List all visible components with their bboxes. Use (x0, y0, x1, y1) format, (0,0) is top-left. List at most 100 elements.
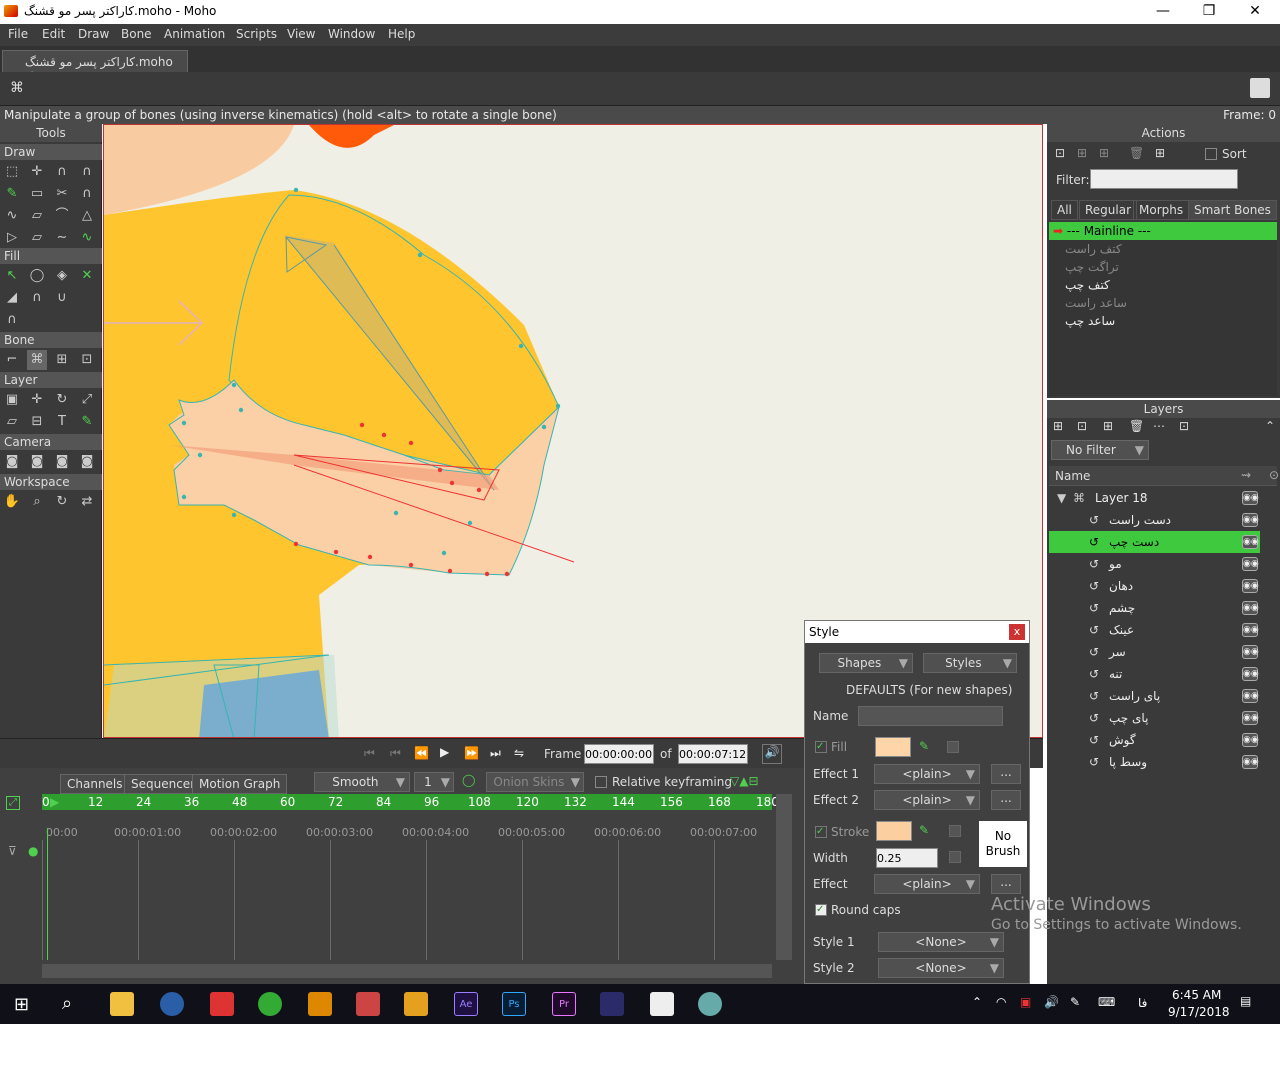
first-frame-icon[interactable]: ⏮ (390, 746, 401, 761)
stroke-color-swatch[interactable] (876, 821, 912, 841)
tab-channels[interactable]: Channels (60, 774, 130, 794)
width-option-box[interactable] (949, 851, 961, 863)
clock-date[interactable]: 9/17/2018 (1168, 1005, 1230, 1019)
layer-settings-icon[interactable]: ⊡ (1179, 419, 1189, 433)
visibility-eye-icon[interactable]: ◉◉ (1242, 755, 1259, 769)
tab-all[interactable]: All (1051, 200, 1078, 220)
action-item[interactable]: کتف چپ (1065, 278, 1110, 292)
paint-bucket-icon[interactable]: ◈ (52, 266, 72, 286)
effect2-dropdown[interactable]: <plain> ▼ (874, 790, 980, 810)
shape-icon[interactable]: ▭ (27, 184, 47, 204)
layer-row[interactable]: ↺ مو ◉◉ (1049, 553, 1260, 575)
stroke-eyedropper-icon[interactable]: ✎ (919, 823, 929, 837)
flash-app-icon[interactable] (356, 992, 380, 1016)
clapper-icon[interactable] (650, 992, 674, 1016)
tab-smart-bones[interactable]: Smart Bones (1188, 200, 1277, 220)
visibility-eye-icon[interactable]: ◉◉ (1242, 667, 1259, 681)
playhead[interactable] (47, 828, 48, 960)
new-smart-bone-icon[interactable]: ⊞ (1155, 146, 1165, 160)
insert-action-icon[interactable]: ⊞ (1099, 146, 1109, 160)
curvature-icon[interactable]: ∩ (2, 310, 22, 330)
eyedropper-icon[interactable]: ✎ (77, 412, 97, 432)
media-app-icon[interactable] (308, 992, 332, 1016)
action-item[interactable]: کتف راست (1065, 242, 1122, 256)
stroke-effect-dropdown[interactable]: <plain> ▼ (874, 874, 980, 894)
media-encoder-icon[interactable] (600, 992, 624, 1016)
menu-bone[interactable]: Bone (121, 27, 152, 41)
timeline-vscroll[interactable] (776, 794, 792, 960)
file-explorer-icon[interactable] (110, 992, 134, 1016)
total-frames-input[interactable] (678, 744, 748, 764)
premiere-icon[interactable]: Pr (552, 992, 576, 1016)
delete-layer-icon[interactable]: 🗑 (1129, 419, 1144, 433)
stroke-effect-more-button[interactable]: ... (991, 874, 1021, 894)
paint-icon[interactable] (698, 992, 722, 1016)
style2-dropdown[interactable]: <None> ▼ (878, 958, 1004, 978)
menu-help[interactable]: Help (388, 27, 415, 41)
action-item[interactable]: ساعد راست (1065, 296, 1127, 310)
style1-dropdown[interactable]: <None> ▼ (878, 932, 1004, 952)
tab-sequencer[interactable]: Sequencer (124, 774, 203, 794)
scatter-icon[interactable]: △ (77, 206, 97, 226)
bone-manipulate-icon[interactable]: ⌘ (10, 80, 24, 96)
arc-icon[interactable]: ∩ (77, 162, 97, 182)
book-icon[interactable] (1250, 78, 1270, 98)
create-shape-icon[interactable]: ◯ (27, 266, 47, 286)
loop-icon[interactable]: ⇋ (514, 746, 524, 760)
delete-edge-icon[interactable]: ✂ (52, 184, 72, 204)
layer-row[interactable]: ↺ چشم ◉◉ (1049, 597, 1260, 619)
effect2-more-button[interactable]: ... (991, 790, 1021, 810)
line-width-icon[interactable]: ◢ (2, 288, 22, 308)
layer-row[interactable]: ↺ پای چپ ◉◉ (1049, 707, 1260, 729)
minimize-button[interactable]: — (1148, 2, 1178, 22)
chrome-icon[interactable] (258, 992, 282, 1016)
camera-pan-icon[interactable]: ◙ (77, 452, 97, 472)
onion-skins-dropdown[interactable]: Onion Skins ▼ (486, 772, 584, 792)
shear-layer-icon[interactable]: ▱ (2, 412, 22, 432)
manipulate-bones-icon[interactable]: ⌘ (27, 350, 47, 370)
rotate-layer-icon[interactable]: ↻ (52, 390, 72, 410)
menu-draw[interactable]: Draw (78, 27, 109, 41)
action-item[interactable]: ساعد چپ (1065, 314, 1115, 328)
visibility-eye-icon[interactable]: ◉◉ (1242, 579, 1259, 593)
layer-row[interactable]: ↺ عینک ◉◉ (1049, 619, 1260, 641)
layer-row[interactable]: ↺ تنه ◉◉ (1049, 663, 1260, 685)
clock-time[interactable]: 6:45 AM (1172, 988, 1221, 1002)
visibility-eye-icon[interactable]: ◉◉ (1242, 535, 1259, 549)
camera-zoom-icon[interactable]: ◙ (27, 452, 47, 472)
visibility-eye-icon[interactable]: ◉◉ (1242, 689, 1259, 703)
translate-layer-icon[interactable]: ✛ (27, 390, 47, 410)
prev-frame-icon[interactable]: ⏪ (414, 746, 429, 760)
visibility-eye-icon[interactable]: ◉◉ (1242, 711, 1259, 725)
close-button[interactable]: ✕ (1240, 2, 1270, 22)
start-icon[interactable]: ⊞ (14, 994, 29, 1015)
menu-edit[interactable]: Edit (42, 27, 65, 41)
select-bone-icon[interactable]: ⌐ (2, 350, 22, 370)
style-close-button[interactable]: x (1009, 624, 1025, 640)
add-bone-icon[interactable]: ⊞ (52, 350, 72, 370)
layer-row[interactable]: ↺ دهان ◉◉ (1049, 575, 1260, 597)
fill-option-box[interactable] (947, 741, 959, 753)
width-input[interactable] (876, 848, 938, 868)
new-action-icon[interactable]: ⊡ (1055, 146, 1065, 160)
bone-channel-icon[interactable]: ⤢ (6, 796, 20, 810)
translate-points-icon[interactable]: ✛ (27, 162, 47, 182)
visibility-eye-icon[interactable]: ◉◉ (1242, 645, 1259, 659)
red-app-icon[interactable] (210, 992, 234, 1016)
browser-icon[interactable] (160, 992, 184, 1016)
filter-input[interactable] (1090, 169, 1238, 189)
tray-app-icon[interactable]: ▣ (1020, 995, 1031, 1009)
visibility-eye-icon[interactable]: ◉◉ (1242, 601, 1259, 615)
audio-icon[interactable]: 🔊 (762, 744, 782, 764)
zoom-icon[interactable]: ⌕ (27, 492, 47, 512)
layer-row[interactable]: ↺ گوش ◉◉ (1049, 729, 1260, 751)
stroke-option-box[interactable] (949, 825, 961, 837)
shear-icon[interactable]: ▱ (27, 228, 47, 248)
collapse-icon[interactable]: ⌃ (1265, 419, 1275, 433)
layer-row[interactable]: ↺ دست چپ ◉◉ (1049, 531, 1260, 553)
layer-filter-dropdown[interactable]: No Filter ▼ (1051, 440, 1149, 460)
search-icon[interactable]: ⌕ (62, 993, 72, 1014)
stroke-checkbox[interactable]: ✓ (815, 826, 827, 838)
delete-action-icon[interactable]: 🗑 (1129, 146, 1144, 160)
next-frame-icon[interactable]: ⏩ (464, 746, 479, 760)
